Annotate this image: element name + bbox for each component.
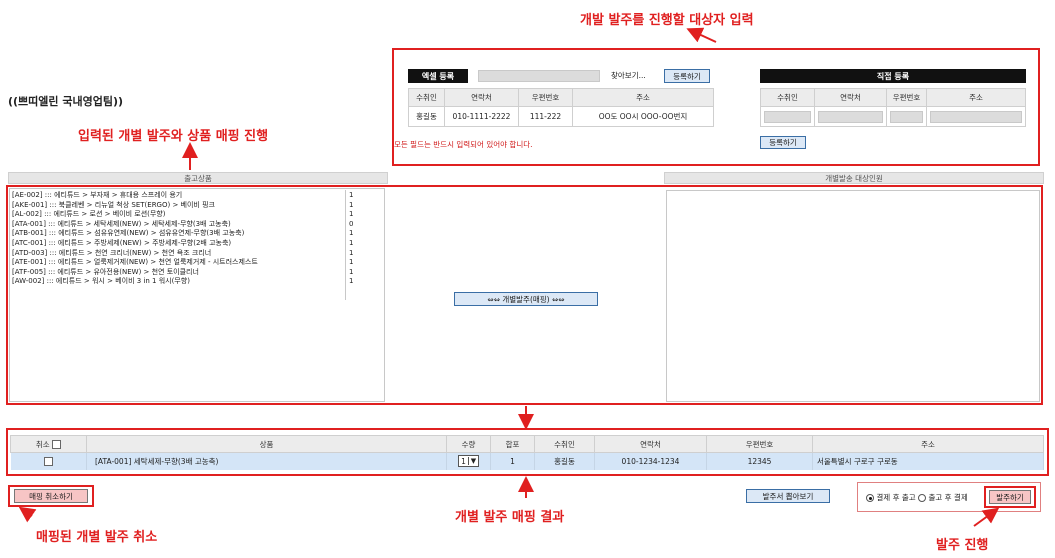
direct-col-address: 주소	[926, 88, 1026, 107]
excel-cell-zip: 111-222	[518, 106, 573, 127]
row-product: [ATA-001] 세탁세제-무향(3배 고농축)	[86, 452, 447, 470]
order-button[interactable]: 발주하기	[989, 490, 1031, 504]
excel-register-title: 엑셀 등록	[408, 69, 468, 83]
list-item[interactable]: [ATC-001] ::: 에티튜드 > 주방세제(NEW) > 주방세제-무향…	[12, 239, 258, 249]
radio-pay-then-ship-label: 결제 후 출고	[876, 493, 916, 502]
result-col-product: 상품	[86, 435, 447, 453]
payment-options: 결제 후 출고 출고 후 결제	[866, 492, 968, 503]
row-cancel-checkbox[interactable]	[43, 457, 53, 466]
annotation-cancel: 매핑된 개별 발주 취소	[36, 530, 158, 545]
annotation-mapping: 입력된 개별 발주와 상품 매핑 진행	[78, 129, 269, 144]
list-item[interactable]: [AE-002] ::: 에티튜드 > 부자재 > 휴대용 스프레이 용기	[12, 191, 258, 201]
list-item-qty: 1	[349, 238, 354, 247]
arrow-cancel	[18, 506, 37, 523]
list-item[interactable]: [AKE-001] ::: 북클레벤 > 리뉴얼 척상 SET(ERGO) > …	[12, 201, 258, 211]
excel-register-button[interactable]: 등록하기	[664, 69, 710, 83]
chevron-down-icon: ▼	[467, 457, 478, 466]
individual-targets-header: 개별발송 대상인원	[664, 172, 1044, 184]
direct-phone-input[interactable]	[818, 110, 883, 123]
qty-select[interactable]: 1 ▼	[458, 455, 479, 468]
direct-table: 수취인 연락처 우편번호 주소	[760, 88, 1026, 127]
col-zip: 우편번호	[518, 88, 573, 107]
col-phone: 연락처	[444, 88, 519, 107]
radio-ship-then-pay-label: 출고 후 결제	[928, 493, 968, 502]
list-item-qty: 1	[349, 200, 354, 209]
result-col-recipient: 수취인	[534, 435, 595, 453]
col-recipient: 수취인	[408, 88, 445, 107]
result-cancel-label: 취소	[35, 439, 50, 449]
print-order-button[interactable]: 발주서 뽑아보기	[746, 489, 830, 503]
radio-pay-then-ship[interactable]	[866, 494, 874, 502]
registration-panel: 엑셀 등록 찾아보기... 등록하기 수취인 연락처 우편번호 주소 홍길동 0…	[392, 48, 1040, 166]
qty-select-value: 1	[461, 456, 466, 466]
radio-ship-then-pay[interactable]	[918, 494, 927, 502]
list-item[interactable]: [ATD-003] ::: 에티튜드 > 천연 크리너(NEW) > 천연 욕조…	[12, 249, 258, 259]
mapping-button[interactable]: ⇔⇔ 개별발주(매핑) ⇔⇔	[454, 292, 598, 306]
excel-table: 수취인 연락처 우편번호 주소 홍길동 010-1111-2222 111-22…	[408, 88, 714, 127]
excel-cell-phone: 010-1111-2222	[444, 106, 519, 127]
result-col-zip: 우편번호	[706, 435, 813, 453]
direct-col-recipient: 수취인	[760, 88, 815, 107]
arrow-top	[686, 27, 717, 43]
col-address: 주소	[572, 88, 714, 107]
required-note: 모든 필드는 반드시 입력되어 있어야 합니다.	[394, 140, 533, 149]
list-item[interactable]: [ATF-005] ::: 에티튜드 > 유아전용(NEW) > 천연 토이클리…	[12, 268, 258, 278]
direct-register-title: 직접 등록	[760, 69, 1026, 83]
direct-zip-input[interactable]	[890, 110, 923, 123]
team-label: ((쁘띠엘린 국내영업팀))	[8, 95, 124, 108]
cancel-mapping-button[interactable]: 매핑 취소하기	[14, 489, 88, 503]
direct-col-phone: 연락처	[814, 88, 887, 107]
list-item-qty: 0	[349, 219, 354, 228]
annotation-order: 발주 진행	[936, 538, 989, 553]
direct-recipient-input[interactable]	[764, 110, 811, 123]
list-item-qty: 1	[349, 210, 354, 219]
row-hapo: 1	[490, 452, 535, 470]
result-col-cancel: 취소	[10, 435, 87, 453]
list-item-qty: 1	[349, 267, 354, 276]
direct-address-input[interactable]	[930, 110, 1022, 123]
list-item[interactable]: [ATB-001] ::: 에티튜드 > 섬유유연제(NEW) > 섬유유연제-…	[12, 229, 258, 239]
annotation-result: 개별 발주 매핑 결과	[455, 510, 565, 525]
qty-divider	[345, 190, 346, 300]
list-item-qty: 1	[349, 248, 354, 257]
direct-register-button[interactable]: 등록하기	[760, 136, 806, 149]
excel-cell-recipient: 홍길동	[408, 106, 445, 127]
result-table: 취소 상품 수량 합포 수취인 연락처 우편번호 주소 [ATA-001] 세탁…	[10, 435, 1044, 470]
excel-file-input[interactable]	[478, 70, 600, 82]
result-col-address: 주소	[812, 435, 1044, 453]
row-qty-cell: 1 ▼	[446, 452, 491, 470]
annotation-target-input: 개발 발주를 진행할 대상자 입력	[580, 13, 754, 28]
row-zip: 12345	[706, 452, 813, 470]
arrow-order	[973, 507, 1000, 527]
browse-button[interactable]: 찾아보기...	[611, 70, 646, 81]
list-item-qty: 1	[349, 191, 354, 199]
excel-cell-address: OO도 OO시 OOO-OO번지	[572, 106, 714, 127]
list-item-qty: 1	[349, 258, 354, 267]
list-item[interactable]: [AL-002] ::: 에티튜드 > 로션 > 베이비 로션(무향)	[12, 210, 258, 220]
product-list[interactable]: [AE-002] ::: 에티튜드 > 부자재 > 휴대용 스프레이 용기 [A…	[12, 191, 258, 287]
row-phone: 010-1234-1234	[594, 452, 707, 470]
result-col-phone: 연락처	[594, 435, 707, 453]
product-qty-list: 1 1 1 0 1 1 1 1 1 1	[349, 191, 353, 287]
list-item-qty: 1	[349, 229, 354, 238]
row-address: 서울특별시 구로구 구로동	[812, 452, 1044, 470]
list-item[interactable]: [ATE-001] ::: 에티튜드 > 얼룩제거제(NEW) > 천연 얼룩제…	[12, 258, 258, 268]
list-item[interactable]: [ATA-001] ::: 에티튜드 > 세탁세제(NEW) > 세탁세제-무향…	[12, 220, 258, 230]
list-item-qty: 1	[349, 277, 354, 286]
table-row: [ATA-001] 세탁세제-무향(3배 고농축) 1 ▼ 1 홍길동 010-…	[10, 452, 1044, 470]
result-col-qty: 수량	[446, 435, 491, 453]
shipping-products-header: 출고상품	[8, 172, 388, 184]
row-recipient: 홍길동	[534, 452, 595, 470]
result-col-hapo: 합포	[490, 435, 535, 453]
target-listbox[interactable]	[666, 190, 1040, 402]
list-item[interactable]: [AW-002] ::: 에티튜드 > 워시 > 베이비 3 in 1 워시(무…	[12, 277, 258, 287]
direct-col-zip: 우편번호	[886, 88, 927, 107]
select-all-checkbox[interactable]	[52, 440, 62, 449]
